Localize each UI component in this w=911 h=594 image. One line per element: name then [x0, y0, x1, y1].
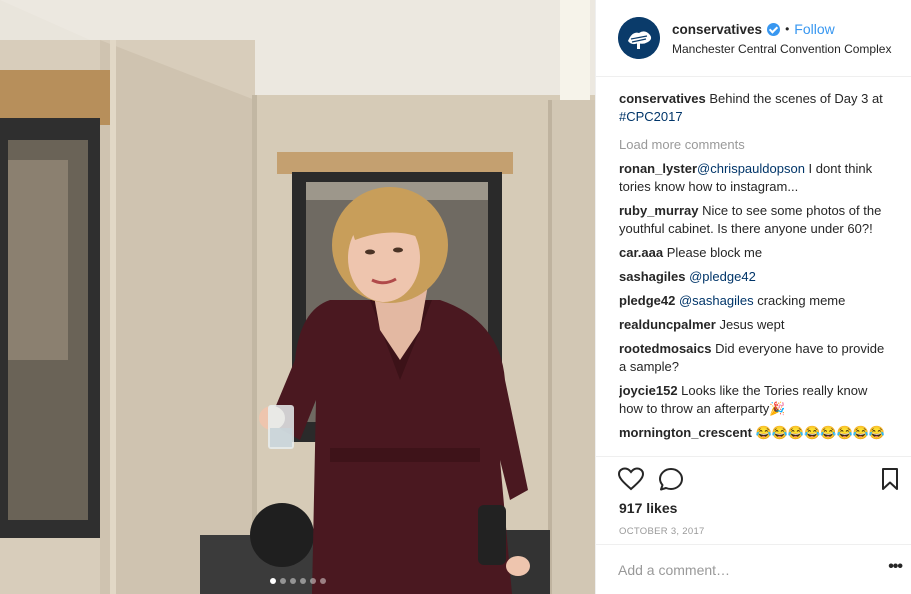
comment-mention[interactable]: @chrispauldopson	[697, 161, 805, 176]
carousel-dot[interactable]	[309, 578, 316, 584]
heart-icon[interactable]	[617, 467, 645, 491]
carousel-dot[interactable]	[319, 578, 326, 584]
add-comment-bar: •••	[596, 544, 911, 594]
comment-mention[interactable]: @pledge42	[686, 269, 756, 284]
post-photo[interactable]	[0, 0, 595, 594]
list-item: ronan_lyster@chrispauldopson I dont thin…	[619, 160, 891, 196]
carousel-dot[interactable]	[299, 578, 306, 584]
follow-button[interactable]: Follow	[794, 21, 834, 37]
caption-text: Behind the scenes of Day 3 at	[705, 91, 883, 106]
comment-username[interactable]: realduncpalmer	[619, 317, 716, 332]
comment-text: cracking meme	[753, 293, 846, 308]
comments-list[interactable]: conservatives Behind the scenes of Day 3…	[619, 90, 891, 456]
comment-username[interactable]: ronan_lyster	[619, 161, 697, 176]
more-options-icon[interactable]: •••	[888, 558, 903, 576]
conservatives-tree-logo	[618, 17, 660, 59]
bookmark-icon[interactable]	[880, 467, 900, 491]
hashtag-link[interactable]: #CPC2017	[619, 109, 683, 124]
comment-username[interactable]: pledge42	[619, 293, 675, 308]
post-date[interactable]: OCTOBER 3, 2017	[619, 526, 705, 537]
location-link[interactable]: Manchester Central Convention Complex	[672, 42, 891, 56]
list-item: joycie152 Looks like the Tories really k…	[619, 382, 891, 418]
list-item: mornington_crescent 😂😂😂😂😂😂😂😂	[619, 424, 891, 442]
list-item: pledge42 @sashagiles cracking meme	[619, 292, 891, 310]
list-item: realduncpalmer Jesus wept	[619, 316, 891, 334]
verified-badge-icon	[767, 22, 781, 36]
caption: conservatives Behind the scenes of Day 3…	[619, 90, 891, 126]
username[interactable]: conservatives	[672, 22, 762, 37]
carousel-dot[interactable]	[279, 578, 286, 584]
list-item: rootedmosaics Did everyone have to provi…	[619, 340, 891, 376]
comment-text: 😂😂😂😂😂😂😂😂	[751, 425, 886, 440]
comment-username[interactable]: car.aaa	[619, 245, 663, 260]
carousel-dot[interactable]	[269, 578, 276, 584]
comment-icon[interactable]	[658, 467, 684, 491]
comment-text: Please block me	[663, 245, 763, 260]
separator: •	[785, 22, 790, 36]
comment-username[interactable]: rootedmosaics	[619, 341, 711, 356]
comment-username[interactable]: joycie152	[619, 383, 678, 398]
comment-mention[interactable]: @sashagiles	[675, 293, 754, 308]
photo-illustration	[0, 0, 595, 594]
instagram-post: conservatives • Follow Manchester Centra…	[0, 0, 911, 594]
add-comment-input[interactable]	[618, 560, 858, 580]
comment-username[interactable]: sashagiles	[619, 269, 686, 284]
avatar[interactable]	[618, 17, 660, 59]
carousel-dot[interactable]	[289, 578, 296, 584]
comment-username[interactable]: mornington_crescent	[619, 425, 752, 440]
list-item: car.aaa Please block me	[619, 244, 891, 262]
list-item: ruby_murray Nice to see some photos of t…	[619, 202, 891, 238]
comment-username[interactable]: ruby_murray	[619, 203, 698, 218]
post-header: conservatives • Follow Manchester Centra…	[596, 0, 911, 77]
post-sidebar: conservatives • Follow Manchester Centra…	[595, 0, 911, 594]
comment-text: Jesus wept	[715, 317, 785, 332]
carousel-indicator[interactable]	[0, 578, 595, 584]
header-user-row: conservatives • Follow	[672, 21, 835, 37]
load-more-comments-button[interactable]: Load more comments	[619, 136, 891, 154]
likes-count[interactable]: 917 likes	[619, 500, 677, 516]
list-item: sashagiles @pledge42	[619, 268, 891, 286]
caption-username[interactable]: conservatives	[619, 91, 706, 106]
post-actions: 917 likes OCTOBER 3, 2017	[596, 456, 911, 542]
